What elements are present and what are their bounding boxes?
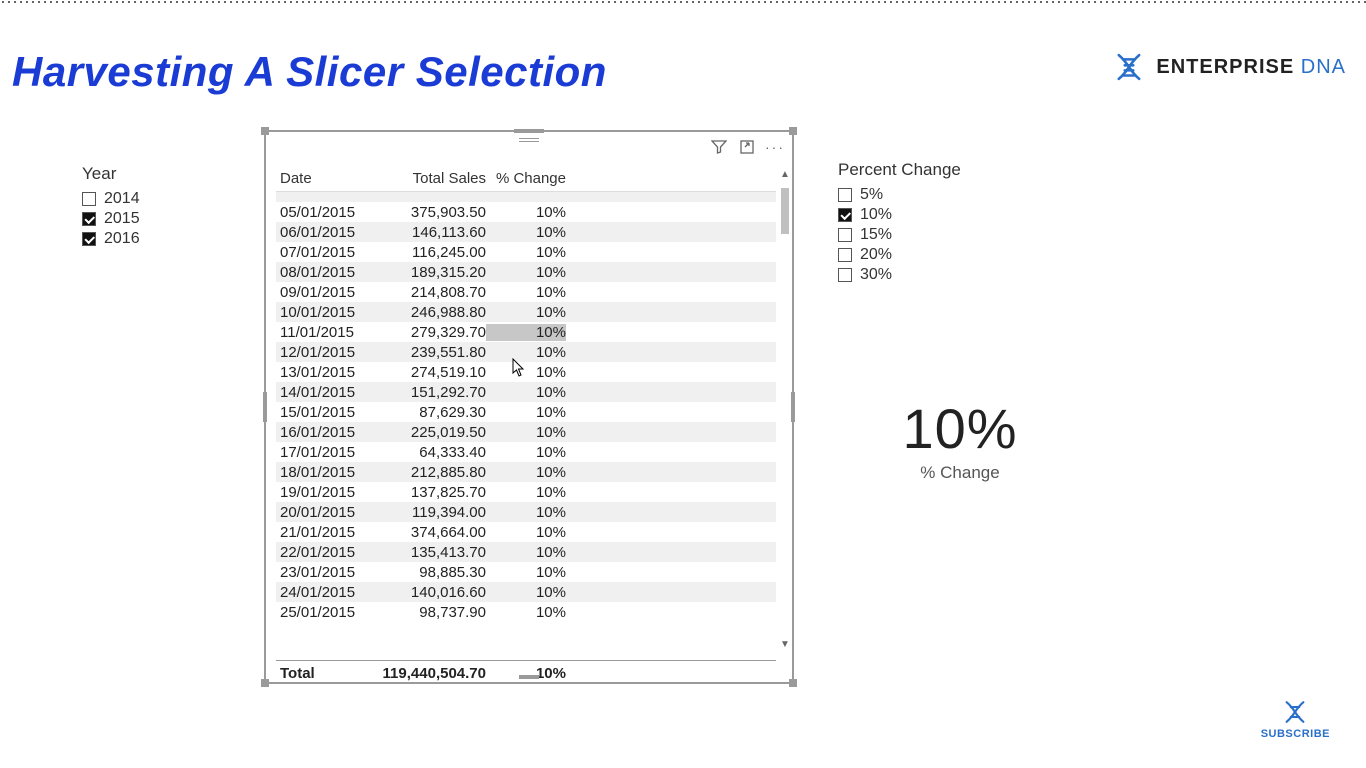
- table-row[interactable]: 13/01/2015274,519.1010%: [276, 362, 776, 382]
- filter-icon[interactable]: [710, 138, 728, 156]
- table-row[interactable]: 16/01/2015225,019.5010%: [276, 422, 776, 442]
- dna-icon: [1112, 50, 1146, 84]
- year-option-2014[interactable]: 2014: [82, 190, 232, 208]
- percent-change-slicer[interactable]: Percent Change 5% 10% 15% 20% 30%: [838, 160, 1018, 286]
- table-row[interactable]: 09/01/2015214,808.7010%: [276, 282, 776, 302]
- checkbox-icon[interactable]: [82, 212, 96, 226]
- table-row[interactable]: 19/01/2015137,825.7010%: [276, 482, 776, 502]
- table-row[interactable]: 14/01/2015151,292.7010%: [276, 382, 776, 402]
- table-row[interactable]: 21/01/2015374,664.0010%: [276, 522, 776, 542]
- table-row[interactable]: 20/01/2015119,394.0010%: [276, 502, 776, 522]
- percent-slicer-title: Percent Change: [838, 160, 1018, 180]
- brand-text: ENTERPRISE DNA: [1156, 56, 1346, 79]
- mouse-cursor-icon: [512, 358, 526, 378]
- table-row[interactable]: 12/01/2015239,551.8010%: [276, 342, 776, 362]
- checkbox-icon[interactable]: [838, 248, 852, 262]
- more-options-icon[interactable]: ···: [766, 138, 784, 156]
- scroll-down-icon[interactable]: ▼: [780, 640, 790, 650]
- slicer-item-label: 10%: [860, 206, 892, 224]
- page-title: Harvesting A Slicer Selection: [12, 48, 607, 96]
- table-visual[interactable]: ··· Date Total Sales % Change 05/01/2015…: [264, 130, 794, 684]
- year-slicer[interactable]: Year 2014 2015 2016: [82, 164, 232, 250]
- table-row[interactable]: 23/01/201598,885.3010%: [276, 562, 776, 582]
- table-row[interactable]: 07/01/2015116,245.0010%: [276, 242, 776, 262]
- percent-option-20pct[interactable]: 20%: [838, 246, 1018, 264]
- percent-option-15pct[interactable]: 15%: [838, 226, 1018, 244]
- checkbox-icon[interactable]: [838, 228, 852, 242]
- year-slicer-title: Year: [82, 164, 232, 184]
- table-header[interactable]: Date Total Sales % Change: [276, 166, 776, 192]
- checkbox-icon[interactable]: [82, 192, 96, 206]
- table-row[interactable]: 06/01/2015146,113.6010%: [276, 222, 776, 242]
- brand-logo: ENTERPRISE DNA: [1112, 50, 1346, 84]
- table-row[interactable]: 24/01/2015140,016.6010%: [276, 582, 776, 602]
- subscribe-badge[interactable]: SUBSCRIBE: [1261, 698, 1330, 740]
- table-row[interactable]: 08/01/2015189,315.2010%: [276, 262, 776, 282]
- table-row[interactable]: 11/01/2015279,329.7010%: [276, 322, 776, 342]
- header-date[interactable]: Date: [276, 170, 376, 187]
- percent-change-card: 10% % Change: [870, 396, 1050, 483]
- focus-mode-icon[interactable]: [738, 138, 756, 156]
- scroll-thumb[interactable]: [781, 188, 789, 234]
- page-divider: [0, 0, 1366, 4]
- table-row[interactable]: 22/01/2015135,413.7010%: [276, 542, 776, 562]
- slicer-item-label: 5%: [860, 186, 883, 204]
- table-row[interactable]: [276, 192, 776, 202]
- slicer-item-label: 15%: [860, 226, 892, 244]
- slicer-item-label: 2016: [104, 230, 140, 248]
- table-row[interactable]: 17/01/201564,333.4010%: [276, 442, 776, 462]
- scroll-up-icon[interactable]: ▲: [780, 170, 790, 180]
- drag-grip-icon[interactable]: [519, 138, 539, 146]
- slicer-item-label: 30%: [860, 266, 892, 284]
- checkbox-icon[interactable]: [838, 268, 852, 282]
- card-label: % Change: [870, 463, 1050, 483]
- table-row[interactable]: 05/01/2015375,903.5010%: [276, 202, 776, 222]
- checkbox-icon[interactable]: [838, 208, 852, 222]
- table-row[interactable]: 25/01/201598,737.9010%: [276, 602, 776, 622]
- year-option-2016[interactable]: 2016: [82, 230, 232, 248]
- slicer-item-label: 2015: [104, 210, 140, 228]
- checkbox-icon[interactable]: [82, 232, 96, 246]
- percent-option-10pct[interactable]: 10%: [838, 206, 1018, 224]
- table-row[interactable]: 18/01/2015212,885.8010%: [276, 462, 776, 482]
- year-option-2015[interactable]: 2015: [82, 210, 232, 228]
- header-change[interactable]: % Change: [486, 170, 566, 187]
- slicer-item-label: 20%: [860, 246, 892, 264]
- table-scrollbar[interactable]: ▲ ▼: [780, 170, 790, 650]
- checkbox-icon[interactable]: [838, 188, 852, 202]
- header-sales[interactable]: Total Sales: [376, 170, 486, 187]
- percent-option-5pct[interactable]: 5%: [838, 186, 1018, 204]
- slicer-item-label: 2014: [104, 190, 140, 208]
- card-value: 10%: [870, 396, 1050, 461]
- percent-option-30pct[interactable]: 30%: [838, 266, 1018, 284]
- dna-icon: [1281, 698, 1309, 726]
- sales-table: Date Total Sales % Change 05/01/2015375,…: [276, 166, 776, 682]
- table-row[interactable]: 15/01/201587,629.3010%: [276, 402, 776, 422]
- table-row[interactable]: 10/01/2015246,988.8010%: [276, 302, 776, 322]
